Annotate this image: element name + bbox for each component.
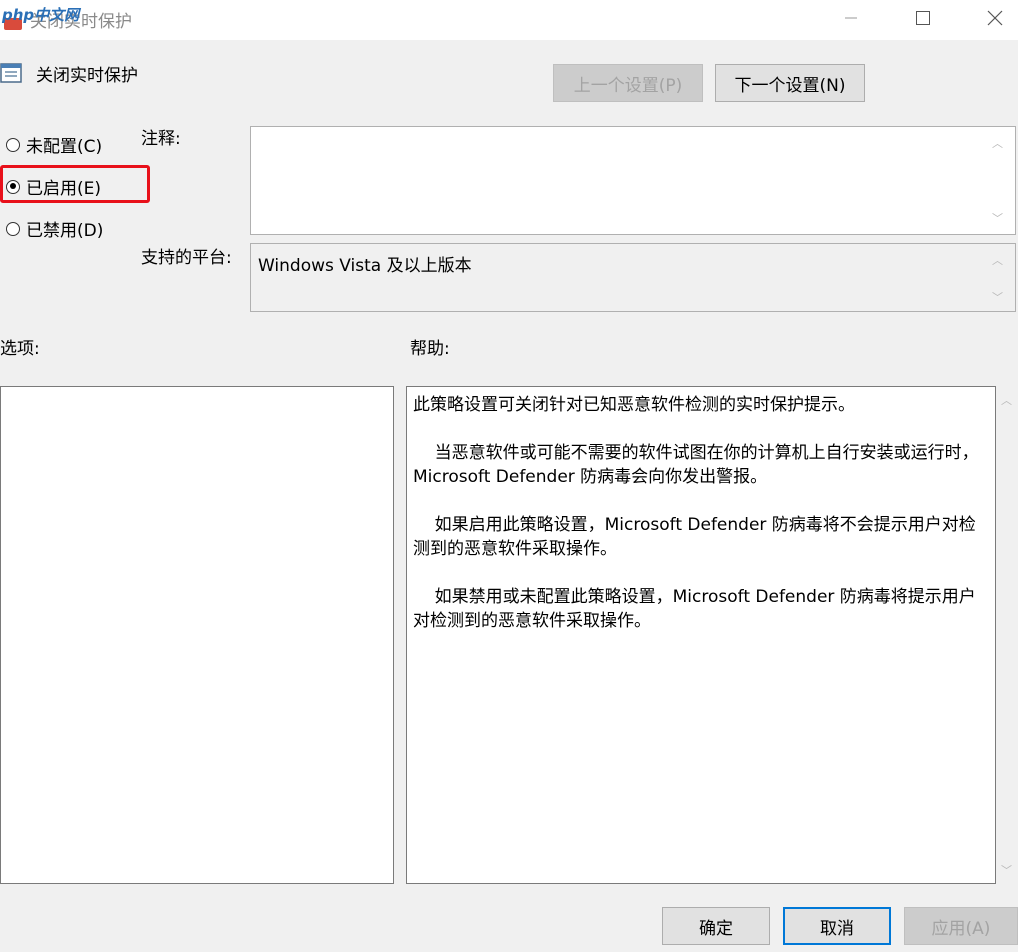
scroll-down-icon[interactable]: ﹀ [1001,862,1012,878]
previous-setting-button[interactable]: 上一个设置(P) [553,64,703,102]
policy-name: 关闭实时保护 [36,66,138,86]
scroll-up-icon[interactable]: ︿ [992,252,1003,268]
close-icon [987,10,1003,26]
scroll-up-icon[interactable]: ︿ [992,135,1003,151]
options-panel [0,386,394,884]
help-label: 帮助: [410,339,450,359]
close-button[interactable] [972,0,1018,36]
help-paragraph: 当恶意软件或可能不需要的软件试图在你的计算机上自行安装或运行时，Microsof… [413,443,979,487]
help-paragraph: 如果禁用或未配置此策略设置，Microsoft Defender 防病毒将提示用… [413,587,976,631]
minimize-button[interactable] [828,0,874,36]
help-scrollbar[interactable]: ︿ ﹀ [996,386,1018,884]
radio-not-configured[interactable]: 未配置(C) [6,132,102,157]
supported-platform-label: 支持的平台: [141,248,232,268]
comment-textarea[interactable]: ︿ ﹀ [250,126,1016,235]
watermark: php中文网 [2,6,80,24]
next-setting-button[interactable]: 下一个设置(N) [715,64,865,102]
radio-label: 已禁用(D) [26,221,104,241]
options-label: 选项: [0,339,40,359]
supported-platform-value: Windows Vista 及以上版本 [258,256,472,276]
scroll-up-icon[interactable]: ︿ [1001,392,1012,408]
help-panel: 此策略设置可关闭针对已知恶意软件检测的实时保护提示。 当恶意软件或可能不需要的软… [406,386,996,884]
radio-label: 未配置(C) [26,137,103,157]
apply-button[interactable]: 应用(A) [904,907,1018,945]
cancel-button[interactable]: 取消 [783,907,891,945]
maximize-icon [916,11,930,25]
radio-circle[interactable] [6,221,20,236]
radio-circle[interactable] [6,137,20,152]
help-paragraph: 此策略设置可关闭针对已知恶意软件检测的实时保护提示。 [413,395,855,415]
radio-disabled[interactable]: 已禁用(D) [6,216,103,241]
scroll-down-icon[interactable]: ﹀ [992,289,1003,305]
minimize-icon [845,17,857,19]
ok-button[interactable]: 确定 [662,907,770,945]
policy-setting-icon [0,63,22,83]
scroll-down-icon[interactable]: ﹀ [992,210,1003,226]
maximize-button[interactable] [900,0,946,36]
highlight-annotation [0,165,150,203]
help-paragraph: 如果启用此策略设置，Microsoft Defender 防病毒将不会提示用户对… [413,515,976,559]
comment-label: 注释: [141,129,181,149]
